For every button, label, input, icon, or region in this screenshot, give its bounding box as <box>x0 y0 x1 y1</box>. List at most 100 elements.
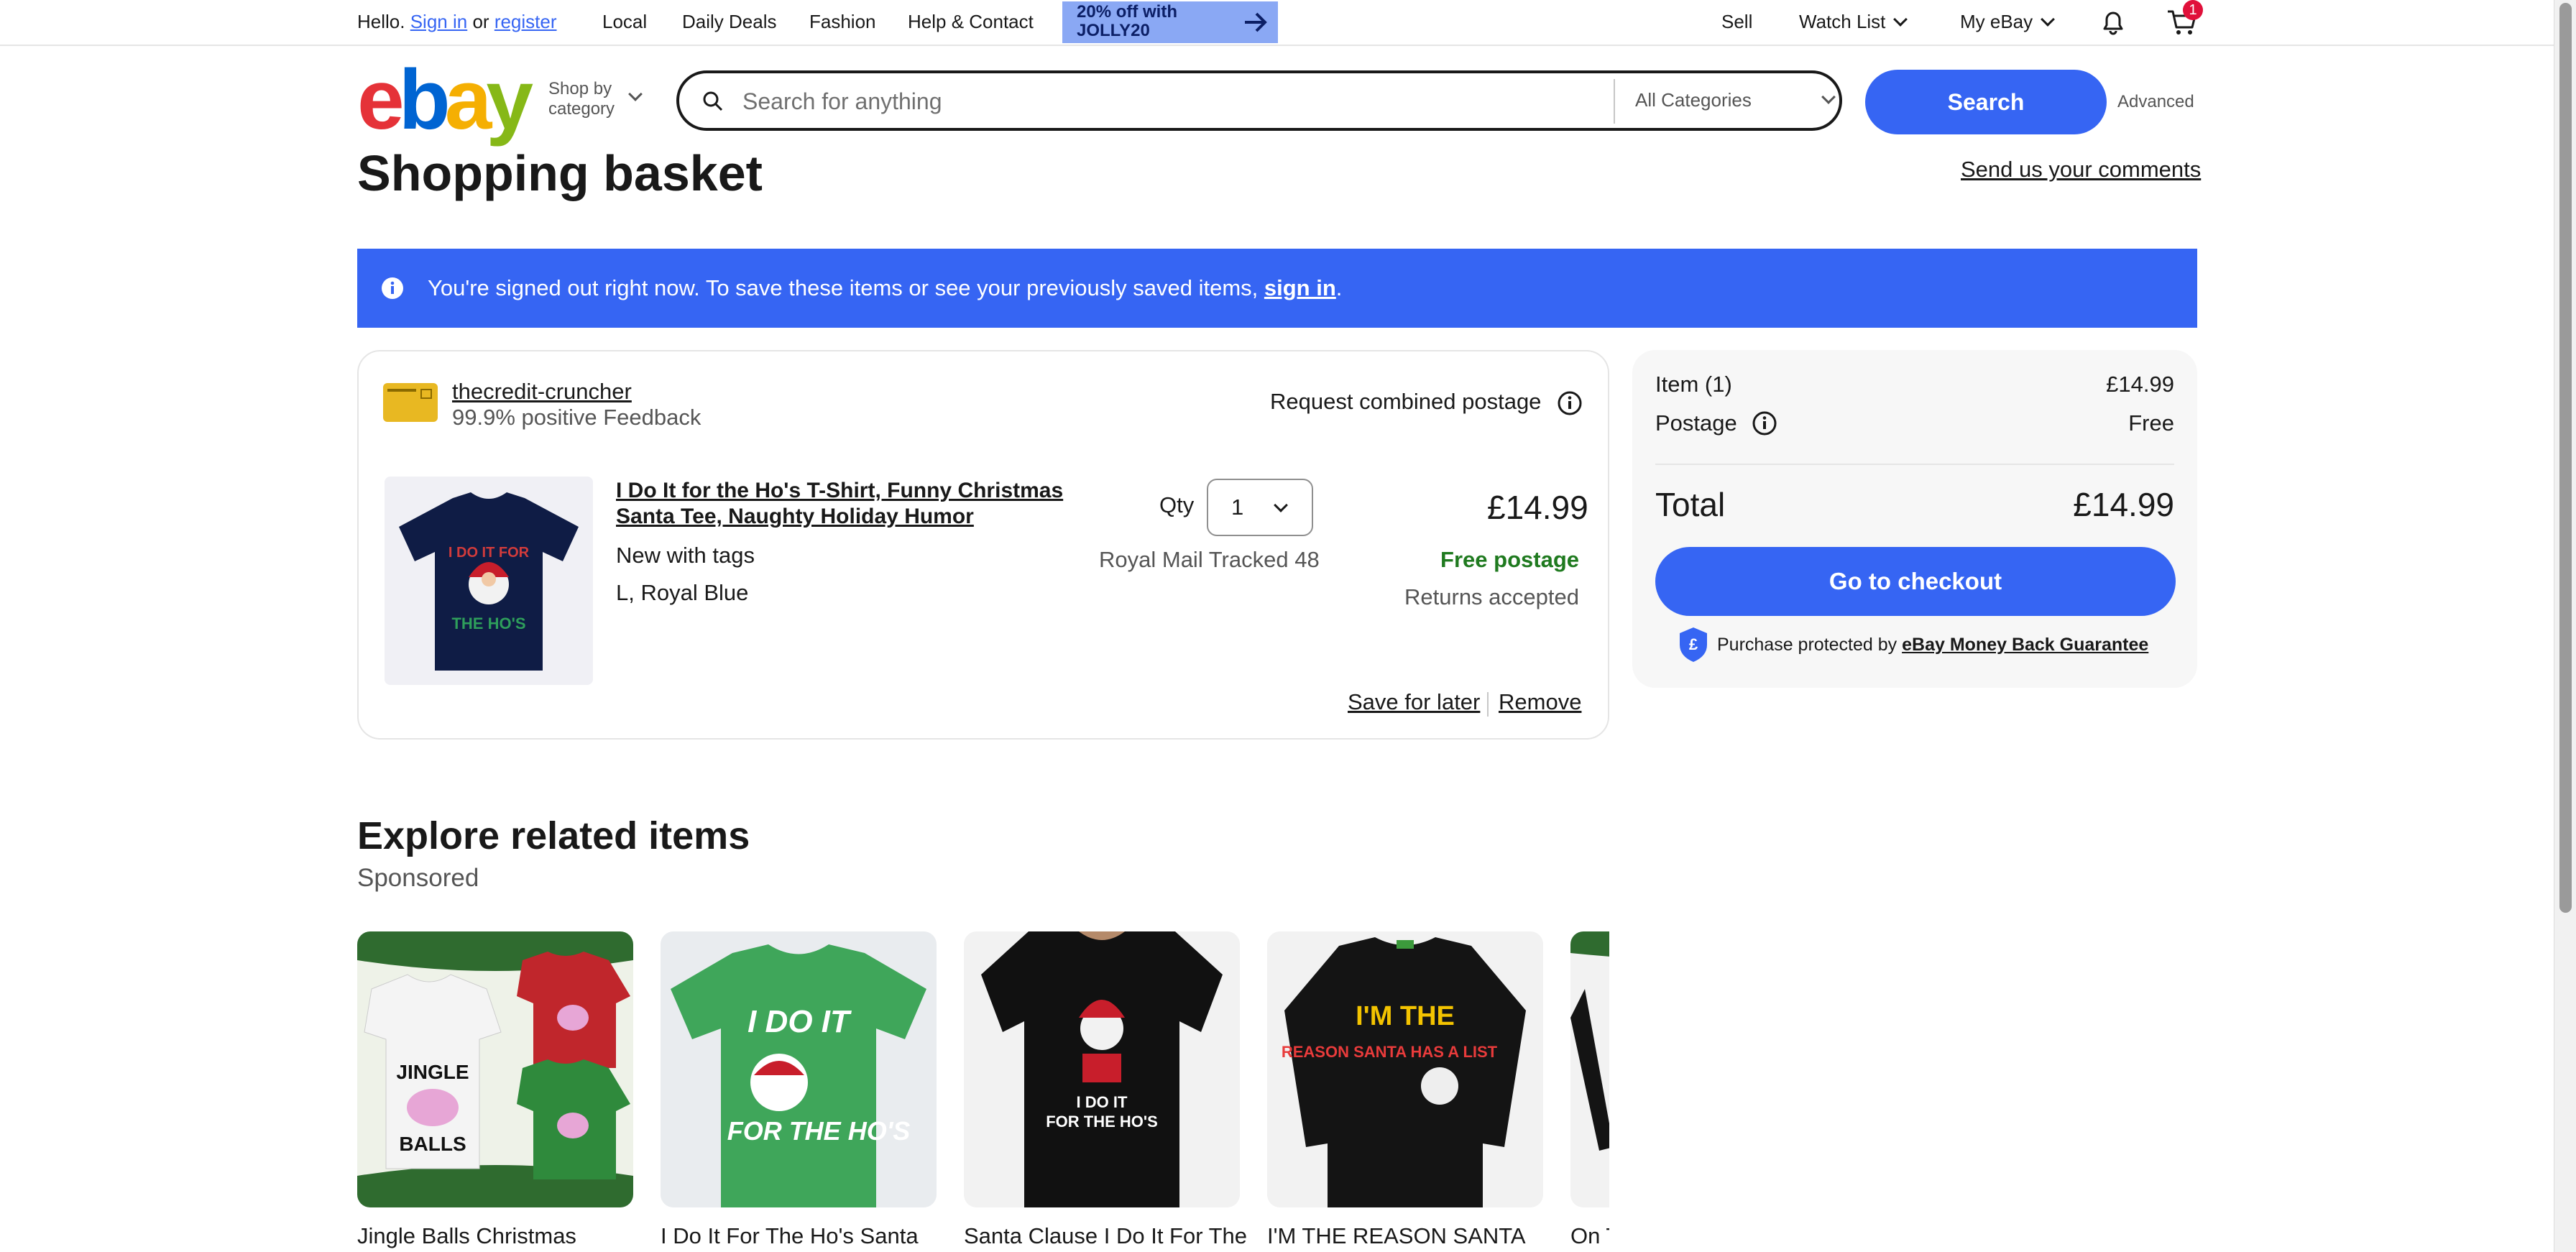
qty-label: Qty <box>1159 492 1195 517</box>
shield-icon: £ <box>1680 627 1707 662</box>
svg-text:BALLS: BALLS <box>399 1133 466 1155</box>
summary-postage-value: Free <box>2128 410 2174 436</box>
promo-code: JOLLY20 <box>1077 21 1150 40</box>
guarantee-prefix: Purchase protected by <box>1717 635 1898 655</box>
send-comments-link[interactable]: Send us your comments <box>1961 157 2201 183</box>
search-bar: All Categories <box>676 70 1842 131</box>
seller-feedback: 99.9% positive Feedback <box>452 405 702 430</box>
banner-end: . <box>1335 275 1343 300</box>
item-title-link[interactable]: I Do It for the Ho's T-Shirt, Funny Chri… <box>616 478 1076 530</box>
summary-item-row: Item (1) £14.99 <box>1655 372 2174 397</box>
quantity-select[interactable]: 1 <box>1207 479 1313 536</box>
save-for-later-link[interactable]: Save for later <box>1348 689 1480 715</box>
search-icon <box>703 91 723 111</box>
seller-name-link[interactable]: thecredit-cruncher <box>452 379 632 405</box>
summary-total-value: £14.99 <box>2073 486 2174 523</box>
free-postage: Free postage <box>1440 547 1579 572</box>
svg-text:I DO IT: I DO IT <box>748 1004 852 1039</box>
arrow-right-icon <box>1245 12 1267 32</box>
chevron-down-icon <box>628 87 643 101</box>
seller-avatar <box>383 383 438 422</box>
page-scrollbar[interactable] <box>2554 0 2576 1252</box>
greeting: Hello. Sign in or register <box>357 10 557 33</box>
related-item-title[interactable]: Jingle Balls Christmas <box>357 1223 659 1249</box>
svg-text:REASON SANTA HAS A LIST: REASON SANTA HAS A LIST <box>1282 1043 1498 1061</box>
or-text: or <box>472 11 489 32</box>
category-select[interactable]: All Categories <box>1635 89 1836 111</box>
watch-list-menu[interactable]: Watch List <box>1799 10 1908 33</box>
watch-list-label: Watch List <box>1799 11 1886 32</box>
related-item-image[interactable]: I DO IT FOR THE HO'S <box>964 931 1240 1207</box>
banner-message: You're signed out right now. To save the… <box>428 275 1342 302</box>
info-icon <box>382 277 403 299</box>
request-combined-postage[interactable]: Request combined postage <box>1270 389 1541 415</box>
nav-help-contact[interactable]: Help & Contact <box>908 10 1034 33</box>
guarantee-link[interactable]: eBay Money Back Guarantee <box>1902 635 2148 655</box>
info-icon[interactable] <box>1752 410 1777 436</box>
shop-by-line-2: category <box>548 99 615 119</box>
shop-by-category-button[interactable]: Shop by category <box>548 79 643 119</box>
summary-postage-label: Postage <box>1655 410 1737 436</box>
svg-text:JINGLE: JINGLE <box>396 1061 469 1083</box>
ebay-logo[interactable]: ebay <box>357 57 533 142</box>
item-variation: L, Royal Blue <box>616 580 749 605</box>
my-ebay-menu[interactable]: My eBay <box>1960 10 2056 33</box>
related-item-title[interactable]: Santa Clause I Do It For The <box>964 1223 1266 1249</box>
related-item-image[interactable] <box>1570 931 1609 1207</box>
related-item-image[interactable]: JINGLE BALLS <box>357 931 633 1207</box>
summary-total-row: Total £14.99 <box>1655 485 2174 524</box>
related-item-image[interactable]: I'M THE REASON SANTA HAS A LIST <box>1267 931 1543 1207</box>
search-input[interactable] <box>741 86 1592 116</box>
shirt-print-top: I DO IT FOR <box>448 545 530 561</box>
greeting-text: Hello. <box>357 11 405 32</box>
chevron-down-icon <box>1821 90 1836 104</box>
shop-by-line-1: Shop by <box>548 79 612 98</box>
register-link[interactable]: register <box>494 11 557 32</box>
sell-link[interactable]: Sell <box>1721 10 1752 33</box>
sign-in-link[interactable]: Sign in <box>410 11 468 32</box>
advanced-search-link[interactable]: Advanced <box>2117 92 2194 112</box>
page-title: Shopping basket <box>357 145 763 201</box>
related-items-carousel: JINGLE BALLS Jingle Balls Christmas I DO… <box>357 931 1609 1252</box>
svg-text:I'M THE: I'M THE <box>1356 1001 1455 1031</box>
cart-count-badge: 1 <box>2183 0 2203 20</box>
promo-banner[interactable]: 20% off with JOLLY20 <box>1062 1 1278 43</box>
promo-line-1: 20% off with <box>1077 2 1178 22</box>
banner-sign-in-link[interactable]: sign in <box>1264 275 1336 300</box>
signed-out-banner: You're signed out right now. To save the… <box>357 249 2197 328</box>
sponsored-label: Sponsored <box>357 864 479 892</box>
search-button[interactable]: Search <box>1865 70 2107 134</box>
cart-item-card: thecredit-cruncher 99.9% positive Feedba… <box>357 350 1609 740</box>
item-image[interactable]: I DO IT FOR THE HO'S <box>385 477 593 685</box>
nav-local[interactable]: Local <box>602 10 647 33</box>
summary-item-label: Item (1) <box>1655 372 1732 397</box>
logo-letter-a: a <box>444 52 492 147</box>
summary-item-value: £14.99 <box>2106 372 2174 397</box>
quantity-value: 1 <box>1231 494 1244 520</box>
banner-text: You're signed out right now. To save the… <box>428 275 1259 300</box>
tshirt-image: I DO IT FOR THE HO'S <box>399 492 579 671</box>
checkout-button[interactable]: Go to checkout <box>1655 547 2176 616</box>
related-item-title[interactable]: I'M THE REASON SANTA <box>1267 1223 1569 1249</box>
svg-text:FOR THE HO'S: FOR THE HO'S <box>727 1116 911 1146</box>
logo-letter-e: e <box>357 52 405 147</box>
info-icon[interactable] <box>1557 390 1583 416</box>
returns-accepted: Returns accepted <box>1404 584 1579 609</box>
shipping-method: Royal Mail Tracked 48 <box>1099 547 1320 572</box>
action-divider <box>1487 692 1489 717</box>
related-item-title[interactable]: I Do It For The Ho's Santa <box>661 1223 962 1249</box>
category-value: All Categories <box>1635 89 1752 111</box>
search-divider <box>1614 79 1615 124</box>
shirt-print-bottom: THE HO'S <box>451 615 525 632</box>
related-item-image[interactable]: I DO IT FOR THE HO'S <box>661 931 937 1207</box>
summary-divider <box>1655 464 2174 465</box>
scrollbar-thumb[interactable] <box>2559 3 2572 913</box>
bell-icon[interactable] <box>2099 7 2128 36</box>
summary-total-label: Total <box>1655 486 1726 523</box>
nav-daily-deals[interactable]: Daily Deals <box>682 10 777 33</box>
related-items-title: Explore related items <box>357 814 750 857</box>
remove-link[interactable]: Remove <box>1499 689 1581 715</box>
nav-fashion[interactable]: Fashion <box>809 10 876 33</box>
logo-letter-y: y <box>486 52 533 147</box>
related-item-title[interactable]: On T <box>1570 1223 1609 1249</box>
